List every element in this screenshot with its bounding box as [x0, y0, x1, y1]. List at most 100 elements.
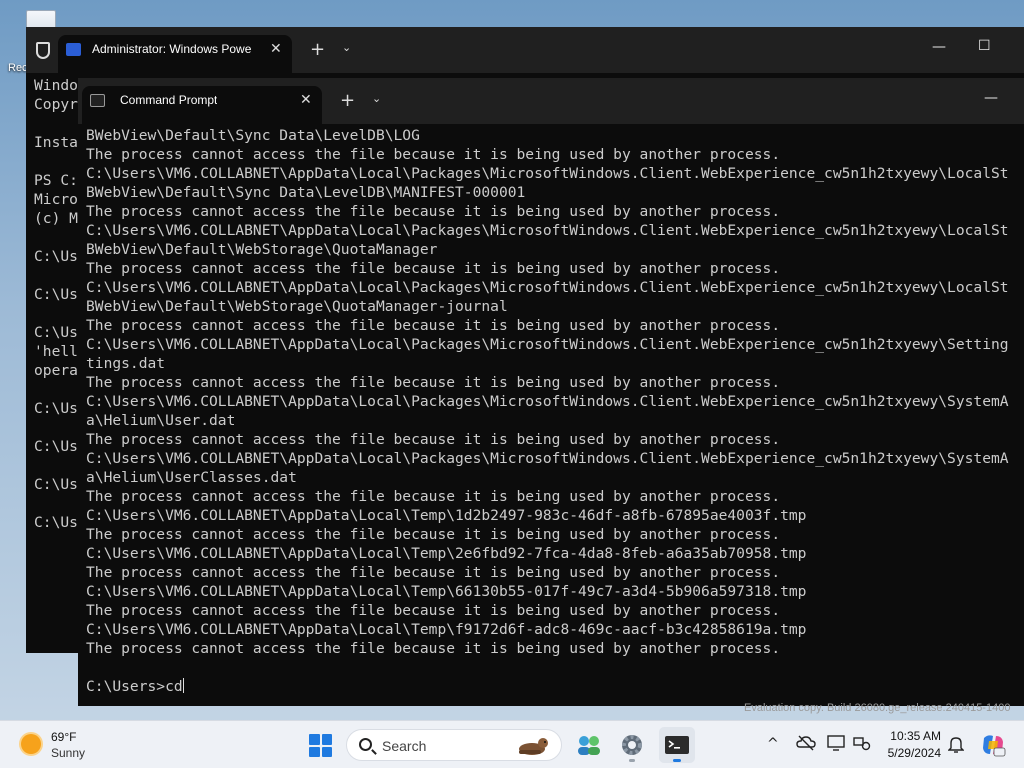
new-tab-button[interactable]: +	[340, 90, 355, 111]
show-hidden-icons-button[interactable]: ^	[767, 736, 779, 752]
clock-time[interactable]: 10:35 AM	[889, 729, 941, 743]
close-tab-button[interactable]: ✕	[300, 91, 312, 108]
people-icon	[578, 736, 600, 755]
terminal-line: The process cannot access the file becau…	[86, 526, 781, 543]
terminal-line: The process cannot access the file becau…	[86, 260, 781, 277]
terminal-line: C:\Users\VM6.COLLABNET\AppData\Local\Pac…	[86, 393, 1009, 410]
terminal-line: Micro	[34, 191, 78, 208]
minimize-button[interactable]: —	[984, 90, 998, 106]
minimize-button[interactable]: —	[932, 39, 946, 55]
terminal-line: C:\Us	[34, 400, 78, 417]
notification-bell-icon[interactable]	[947, 735, 965, 757]
copilot-icon[interactable]	[980, 732, 1006, 762]
search-icon	[359, 738, 372, 751]
terminal-line: 'hell	[34, 343, 78, 360]
terminal-line: C:\Us	[34, 438, 78, 455]
terminal-line: C:\Users\VM6.COLLABNET\AppData\Local\Pac…	[86, 222, 1009, 239]
terminal-line: opera	[34, 362, 78, 379]
search-box[interactable]: Search	[346, 729, 562, 761]
shield-icon	[36, 42, 50, 59]
terminal-line: The process cannot access the file becau…	[86, 640, 781, 657]
new-tab-button[interactable]: +	[310, 39, 325, 60]
terminal-line: PS C:	[34, 172, 78, 189]
terminal-line: The process cannot access the file becau…	[86, 317, 781, 334]
terminal-line: BWebView\Default\Sync Data\LevelDB\LOG	[86, 127, 420, 144]
network-icon[interactable]	[853, 735, 871, 755]
terminal-line: C:\Us	[34, 248, 78, 265]
maximize-button[interactable]: ☐	[978, 38, 991, 54]
running-indicator	[629, 759, 635, 762]
terminal-line: C:\Users\VM6.COLLABNET\AppData\Local\Pac…	[86, 279, 1009, 296]
terminal-line: The process cannot access the file becau…	[86, 488, 781, 505]
terminal-line: C:\Users\VM6.COLLABNET\AppData\Local\Pac…	[86, 165, 1009, 182]
search-label: Search	[382, 738, 427, 754]
terminal-line: The process cannot access the file becau…	[86, 431, 781, 448]
terminal-line: The process cannot access the file becau…	[86, 203, 781, 220]
start-button[interactable]	[309, 734, 332, 757]
terminal-line: (c) M	[34, 210, 78, 227]
weather-condition: Sunny	[51, 746, 86, 760]
command-input-line[interactable]: C:\Users>cd	[86, 677, 1024, 696]
terminal-line: a\Helium\User.dat	[86, 412, 236, 429]
taskbar-terminal-app[interactable]	[659, 727, 695, 763]
terminal-line: Insta	[34, 134, 78, 151]
command-prompt-output[interactable]: BWebView\Default\Sync Data\LevelDB\LOG Th…	[86, 126, 1024, 706]
taskbar-settings-app[interactable]	[614, 727, 650, 763]
command-prompt-text: C:\Users>cd	[86, 678, 183, 695]
terminal-line: Copyr	[34, 96, 78, 113]
onedrive-offline-icon[interactable]	[796, 735, 816, 755]
tab-command-prompt[interactable]: Command Prompt ✕	[82, 86, 322, 124]
terminal-line: C:\Users\VM6.COLLABNET\AppData\Local\Tem…	[86, 507, 807, 524]
command-prompt-window[interactable]: Command Prompt ✕ + ⌄ — BWebView\Default\…	[78, 78, 1024, 706]
terminal-line: BWebView\Default\WebStorage\QuotaManager	[86, 241, 438, 258]
powershell-tab-bar: Administrator: Windows Powe ✕ + ⌄ — ☐	[26, 27, 1024, 73]
taskbar: 69°F Sunny Search ^ 10:35 AM 5/29/2024	[0, 720, 1024, 768]
terminal-line: a\Helium\UserClasses.dat	[86, 469, 297, 486]
tab-dropdown-button[interactable]: ⌄	[342, 41, 351, 54]
terminal-line: C:\Users\VM6.COLLABNET\AppData\Local\Pac…	[86, 450, 1009, 467]
close-tab-button[interactable]: ✕	[270, 40, 282, 57]
terminal-line: C:\Users\VM6.COLLABNET\AppData\Local\Tem…	[86, 545, 807, 562]
windows-logo-icon	[309, 734, 320, 745]
terminal-line: C:\Users\VM6.COLLABNET\AppData\Local\Pac…	[86, 336, 1009, 353]
sun-icon	[21, 734, 41, 754]
terminal-line: C:\Us	[34, 324, 78, 341]
terminal-line: Windo	[34, 77, 78, 94]
terminal-line: The process cannot access the file becau…	[86, 374, 781, 391]
terminal-line: tings.dat	[86, 355, 166, 372]
terminal-line: The process cannot access the file becau…	[86, 146, 781, 163]
terminal-line: The process cannot access the file becau…	[86, 602, 781, 619]
command-prompt-icon	[90, 94, 105, 107]
text-cursor	[182, 678, 184, 693]
terminal-line: BWebView\Default\WebStorage\QuotaManager…	[86, 298, 508, 315]
tab-title: Administrator: Windows Powe	[92, 42, 252, 56]
taskbar-chat-app[interactable]	[571, 727, 607, 763]
tab-dropdown-button[interactable]: ⌄	[372, 92, 381, 105]
clock-date[interactable]: 5/29/2024	[885, 746, 941, 760]
recycle-bin-label: Rec	[8, 62, 28, 74]
search-highlight-otter-icon	[519, 738, 548, 755]
terminal-line: C:\Users\VM6.COLLABNET\AppData\Local\Tem…	[86, 621, 807, 638]
gear-icon	[622, 735, 642, 755]
terminal-line: C:\Us	[34, 514, 78, 531]
tab-powershell[interactable]: Administrator: Windows Powe ✕	[58, 35, 292, 73]
evaluation-watermark: Evaluation copy. Build 26080.ge_release.…	[744, 702, 1011, 714]
powershell-output[interactable]: Windo Copyr Insta PS C: Micro (c) M C:\Us C…	[34, 76, 82, 636]
terminal-icon	[665, 736, 689, 754]
active-indicator	[673, 759, 681, 762]
display-icon[interactable]	[827, 735, 845, 755]
terminal-line: C:\Us	[34, 476, 78, 493]
terminal-line: BWebView\Default\Sync Data\LevelDB\MANIF…	[86, 184, 526, 201]
powershell-icon	[66, 43, 81, 56]
terminal-line: The process cannot access the file becau…	[86, 564, 781, 581]
tab-title: Command Prompt	[120, 93, 218, 107]
